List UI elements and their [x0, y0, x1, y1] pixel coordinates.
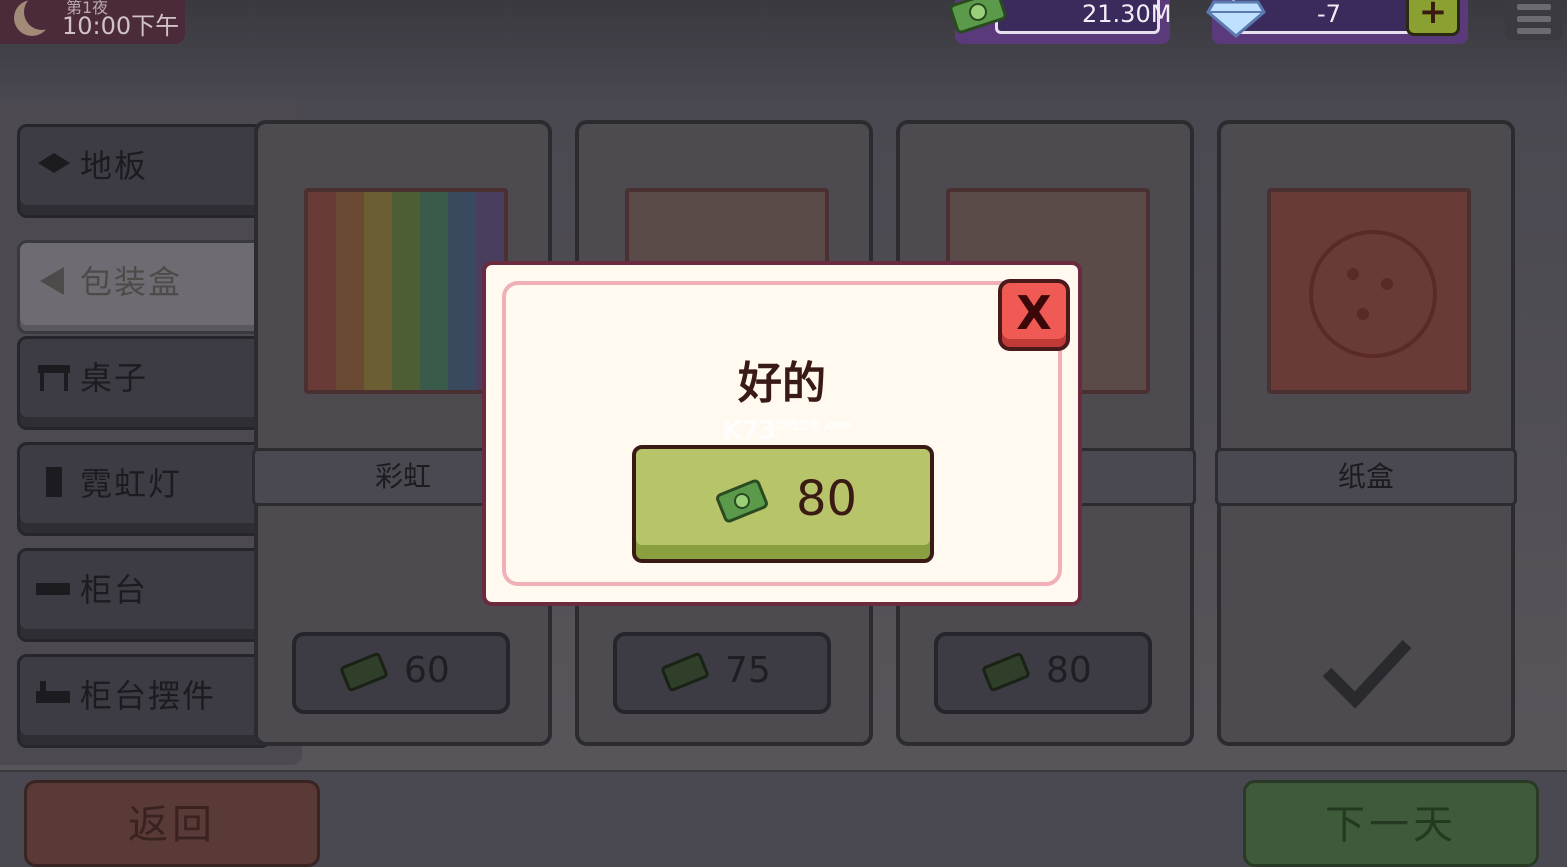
sidebar-item-label: 霓虹灯	[80, 465, 183, 503]
gem-value: -7	[1317, 0, 1341, 28]
close-button[interactable]: X	[998, 279, 1070, 351]
price-button[interactable]: 80	[934, 632, 1152, 714]
sidebar-item-label: 柜台摆件	[80, 677, 217, 715]
clock-time: 10:00下午	[62, 12, 180, 40]
card-name: 纸盒	[1215, 448, 1517, 506]
menu-button[interactable]	[1505, 0, 1563, 40]
price-button[interactable]: 60	[292, 632, 510, 714]
sidebar-item-counter[interactable]: 柜台	[17, 548, 271, 642]
price-value: 60	[404, 650, 450, 691]
sidebar-item-packaging[interactable]: 包装盒	[17, 240, 271, 334]
sidebar-item-neon[interactable]: 霓虹灯	[17, 442, 271, 536]
sidebar-item-counter-decor[interactable]: 柜台摆件	[17, 654, 271, 748]
door-icon	[46, 467, 62, 497]
moon-icon	[14, 0, 50, 36]
pizza-thumbnail	[1267, 188, 1471, 394]
back-button[interactable]: 返回	[24, 780, 320, 867]
pizza-icon	[1309, 230, 1437, 358]
price-value: 75	[725, 650, 771, 691]
owned-check-icon	[1322, 639, 1412, 708]
gem-panel: -7 +	[1206, 0, 1468, 44]
sidebar-item-tables[interactable]: 桌子	[17, 336, 271, 430]
sidebar-item-label: 包装盒	[80, 263, 183, 301]
dialog-title: 好的	[738, 358, 826, 409]
diamond-icon	[1206, 0, 1266, 38]
add-gems-button[interactable]: +	[1406, 0, 1460, 36]
cash-box: 21.30M	[995, 0, 1171, 34]
shop-card-paper-box[interactable]: 纸盒	[1215, 120, 1517, 746]
cash-icon	[340, 652, 388, 692]
price-value: 80	[1046, 650, 1092, 691]
table-icon	[38, 365, 70, 391]
next-day-button[interactable]: 下一天	[1243, 780, 1539, 867]
sidebar-item-label: 桌子	[80, 359, 149, 397]
counter-icon	[36, 583, 70, 595]
buy-price: 80	[796, 471, 858, 527]
pizza-box-icon	[40, 267, 64, 295]
price-button[interactable]: 75	[613, 632, 831, 714]
cash-icon	[661, 652, 709, 692]
floor-tiles-icon	[38, 153, 70, 173]
counter-decor-icon	[36, 681, 70, 703]
watermark-text: K73	[722, 416, 776, 446]
rainbow-thumbnail	[304, 188, 508, 394]
cash-panel: 21.30M	[949, 0, 1171, 44]
back-label: 返回	[128, 802, 216, 848]
watermark-sub: 游戏之家 .com	[775, 418, 852, 432]
buy-button[interactable]: 80	[632, 445, 934, 563]
close-icon: X	[1016, 286, 1052, 340]
watermark-logo: K73游戏之家 .com	[722, 416, 852, 446]
cash-value: 21.30M	[1082, 0, 1172, 28]
sidebar-item-label: 地板	[80, 147, 149, 185]
next-day-label: 下一天	[1325, 802, 1457, 848]
menu-icon	[1517, 4, 1551, 10]
cash-icon	[716, 479, 768, 523]
sidebar-item-label: 柜台	[80, 571, 149, 609]
cash-icon	[982, 652, 1030, 692]
time-panel: 第1夜 10:00下午	[0, 0, 185, 44]
sidebar-item-floor[interactable]: 地板	[17, 124, 271, 218]
